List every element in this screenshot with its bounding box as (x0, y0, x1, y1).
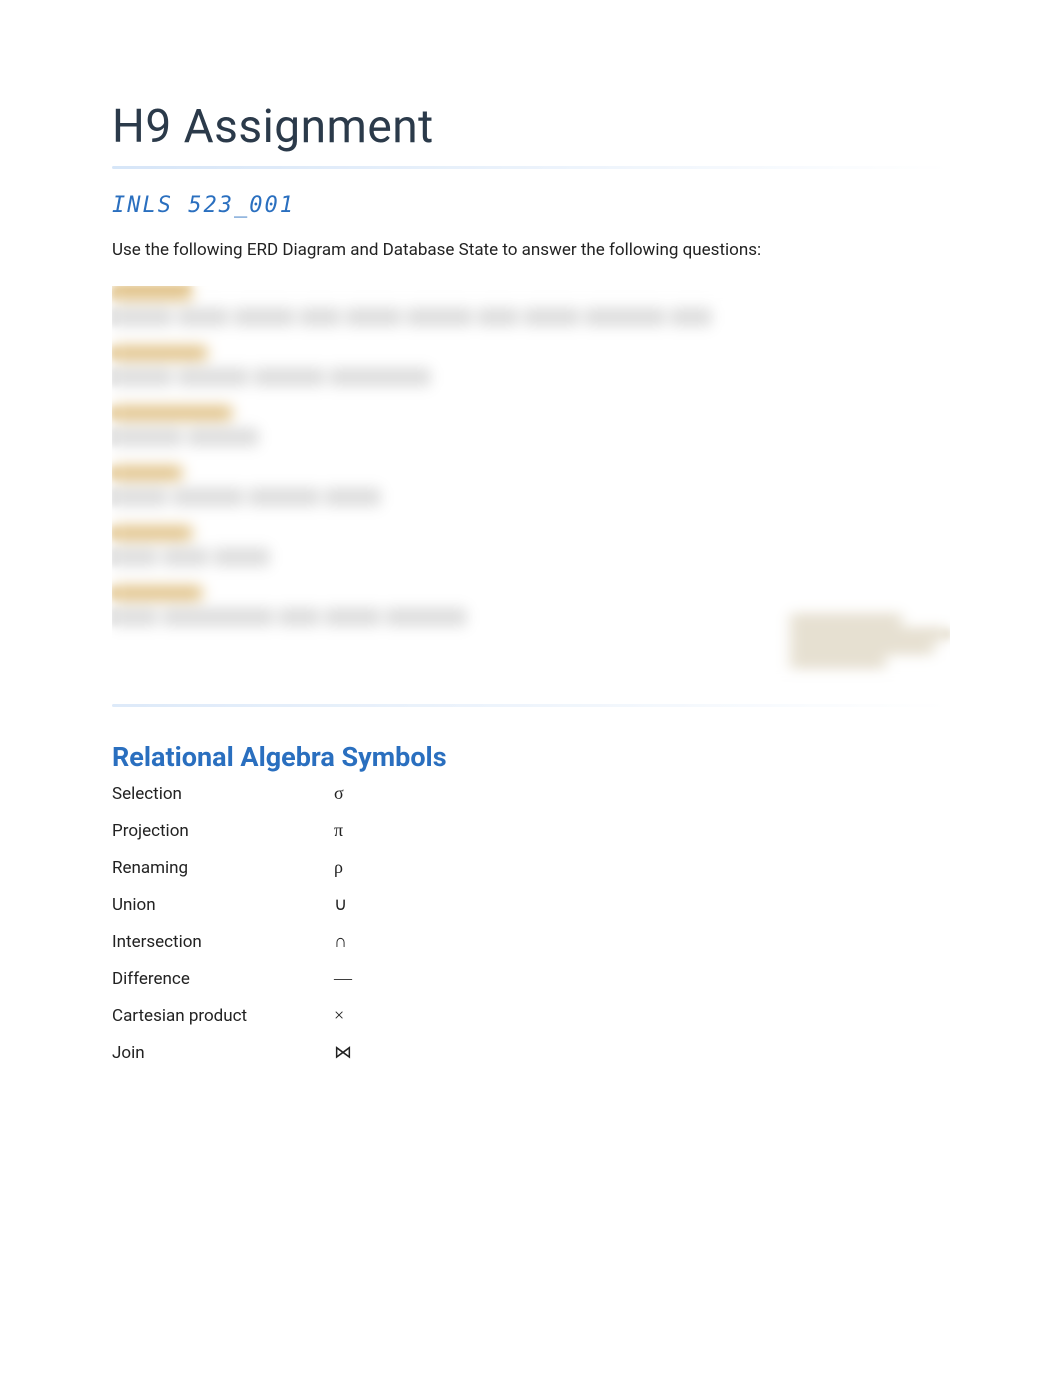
course-code: INLS 523_001 (112, 193, 950, 218)
symbol-label: Join (112, 1043, 334, 1063)
symbol-row: Difference — (112, 968, 950, 989)
symbol-label: Intersection (112, 932, 334, 952)
symbol-row: Selection σ (112, 783, 950, 804)
document-page: H9 Assignment INLS 523_001 Use the follo… (0, 0, 1062, 1063)
symbols-heading: Relational Algebra Symbols (112, 741, 950, 773)
symbol-row: Renaming ρ (112, 857, 950, 878)
symbol-glyph: ⋈ (334, 1042, 352, 1063)
symbol-glyph: — (334, 968, 352, 989)
symbol-glyph: σ (334, 783, 344, 804)
symbol-label: Selection (112, 784, 334, 804)
symbol-glyph: ρ (334, 857, 343, 878)
symbol-glyph: π (334, 820, 343, 841)
symbols-list: Selection σ Projection π Renaming ρ Unio… (112, 783, 950, 1063)
symbol-label: Renaming (112, 858, 334, 878)
section-underline (112, 704, 950, 707)
page-title: H9 Assignment (112, 100, 950, 154)
symbol-row: Projection π (112, 820, 950, 841)
symbol-label: Union (112, 895, 334, 915)
symbol-label: Cartesian product (112, 1006, 334, 1026)
symbol-row: Intersection ∩ (112, 931, 950, 952)
erd-diagram-blurred (112, 286, 950, 686)
symbol-glyph: × (334, 1005, 344, 1026)
symbol-row: Cartesian product × (112, 1005, 950, 1026)
symbol-row: Join ⋈ (112, 1042, 950, 1063)
figure-caption-blurred (790, 616, 950, 676)
symbol-label: Difference (112, 969, 334, 989)
symbol-glyph: ∪ (334, 894, 347, 915)
symbol-label: Projection (112, 821, 334, 841)
symbol-row: Union ∪ (112, 894, 950, 915)
symbol-glyph: ∩ (334, 931, 347, 952)
title-underline (112, 166, 950, 169)
instruction-text: Use the following ERD Diagram and Databa… (112, 240, 950, 260)
